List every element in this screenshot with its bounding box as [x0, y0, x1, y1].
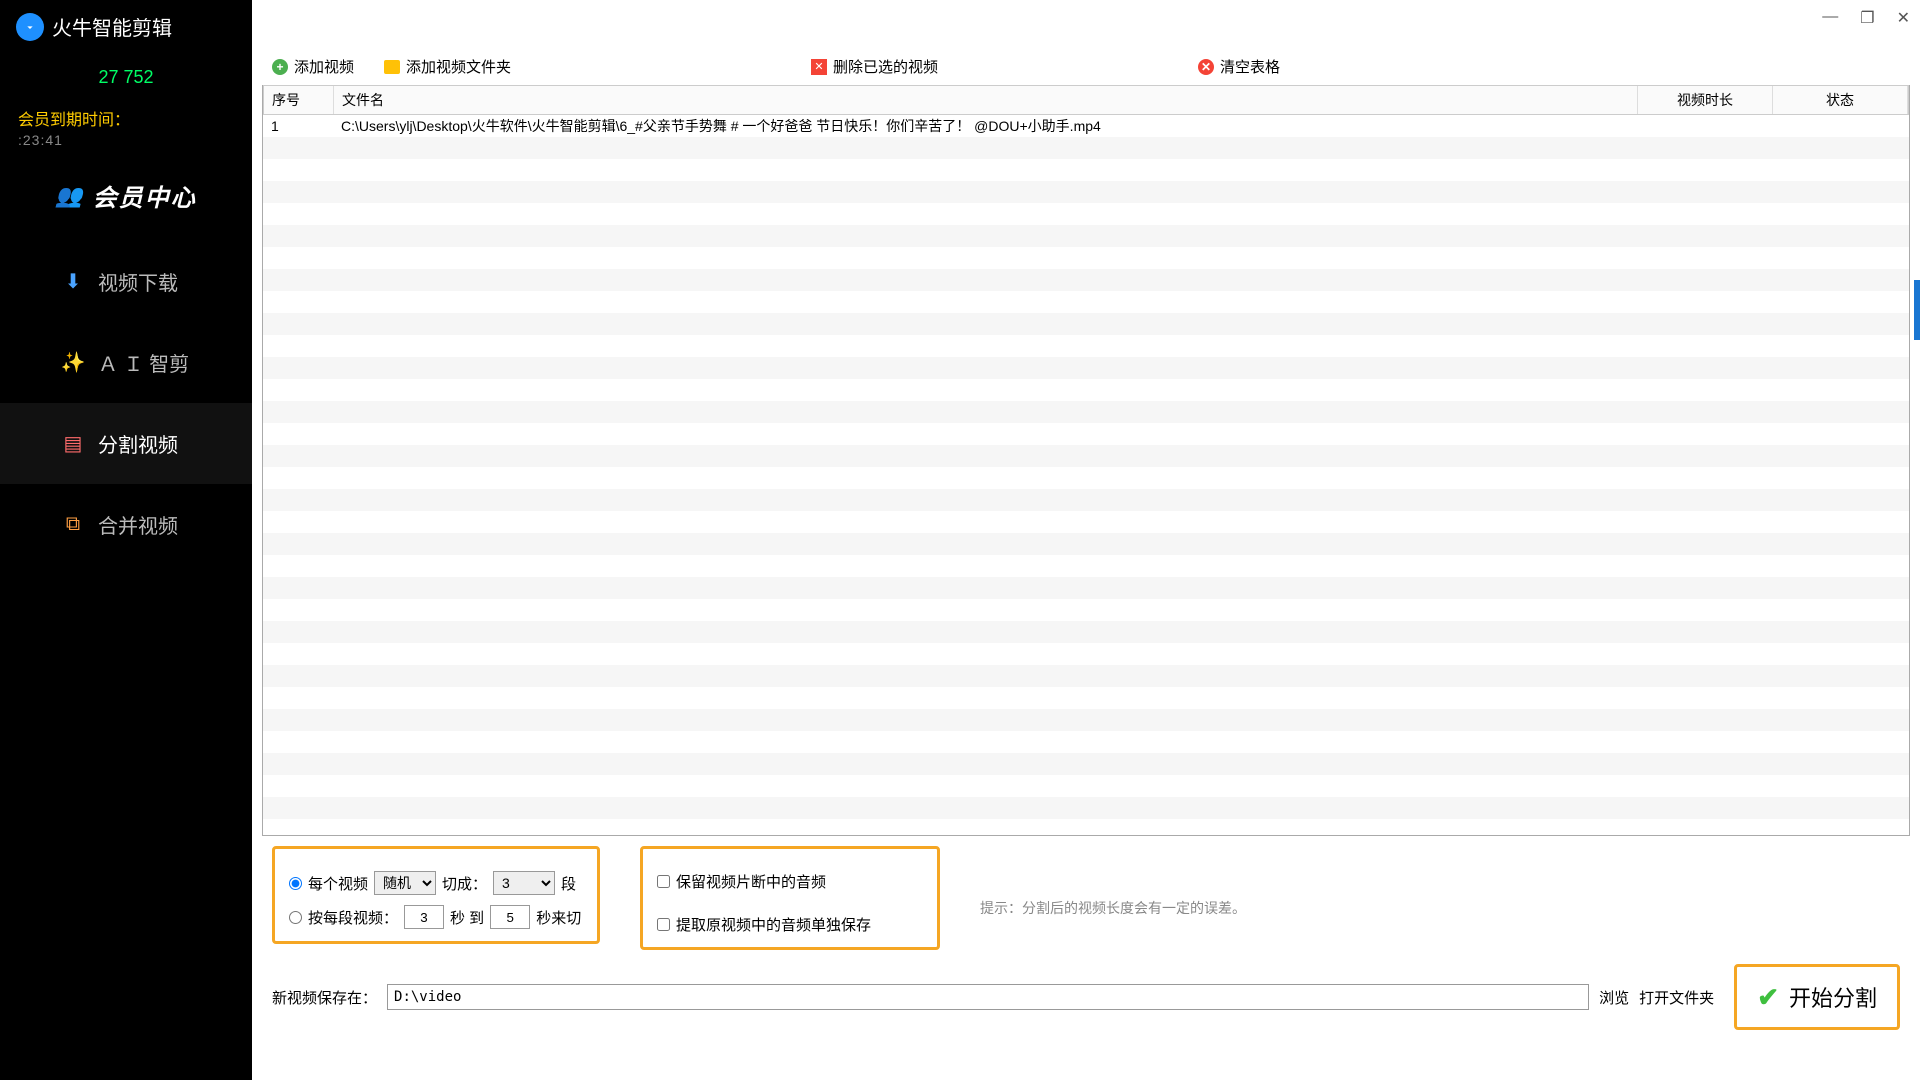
col-header-name[interactable]: 文件名: [334, 86, 1638, 114]
start-split-button[interactable]: ✔ 开始分割: [1734, 964, 1900, 1030]
random-select[interactable]: 随机: [374, 871, 436, 895]
user-id: 27 752: [0, 53, 252, 96]
split-settings: 每个视频 随机 切成： 3 段 按每段视频： 秒 到 秒来切: [252, 836, 1920, 958]
close-button[interactable]: ✕: [1897, 8, 1910, 28]
split-mode-group: 每个视频 随机 切成： 3 段 按每段视频： 秒 到 秒来切: [272, 846, 600, 944]
expire-label: 会员到期时间：: [0, 96, 252, 130]
app-logo-icon: [16, 13, 44, 41]
split-icon: ▤: [62, 431, 84, 456]
table-row[interactable]: 1 C:\Users\ylj\Desktop\火牛软件\火牛智能剪辑\6_#父亲…: [263, 115, 1909, 137]
app-title: 火牛智能剪辑: [0, 0, 252, 53]
window-controls: — ❐ ✕: [1822, 8, 1910, 28]
sidebar: 火牛智能剪辑 27 752 会员到期时间： :23:41 👥 会员中心 ⬇ 视频…: [0, 0, 252, 1080]
sidebar-item-label: 合并视频: [98, 510, 178, 539]
add-folder-label: 添加视频文件夹: [406, 56, 511, 77]
check-icon: ✔: [1757, 982, 1779, 1013]
open-folder-button[interactable]: 打开文件夹: [1639, 987, 1714, 1008]
toolbar: + 添加视频 添加视频文件夹 ✕ 删除已选的视频 ✕ 清空表格: [252, 0, 1920, 85]
cell-idx: 1: [263, 118, 333, 134]
sec-unit-label: 秒来切: [536, 907, 581, 928]
seconds-to-input[interactable]: [490, 905, 530, 929]
app-title-text: 火牛智能剪辑: [52, 12, 172, 41]
expire-time: :23:41: [0, 130, 252, 158]
member-center-button[interactable]: 👥 会员中心: [0, 158, 252, 241]
folder-icon: [384, 60, 400, 74]
sec-mid-label: 秒 到: [450, 907, 484, 928]
download-icon: ⬇: [62, 269, 84, 294]
per-video-radio[interactable]: [289, 877, 302, 890]
delete-icon: ✕: [811, 59, 827, 75]
browse-button[interactable]: 浏览: [1599, 987, 1629, 1008]
per-segment-label: 按每段视频：: [308, 907, 398, 928]
maximize-button[interactable]: ❐: [1860, 8, 1874, 28]
sidebar-item-ai[interactable]: ✨ Ａ Ｉ 智剪: [0, 322, 252, 403]
minimize-button[interactable]: —: [1822, 8, 1838, 28]
split-hint: 提示：分割后的视频长度会有一定的误差。: [980, 898, 1246, 918]
cell-name: C:\Users\ylj\Desktop\火牛软件\火牛智能剪辑\6_#父亲节手…: [333, 116, 1639, 136]
delete-selected-label: 删除已选的视频: [833, 56, 938, 77]
col-header-dur[interactable]: 视频时长: [1638, 86, 1773, 114]
scroll-handle[interactable]: [1914, 280, 1920, 340]
sidebar-item-split[interactable]: ▤ 分割视频: [0, 403, 252, 484]
col-header-idx[interactable]: 序号: [264, 86, 334, 114]
clear-table-label: 清空表格: [1220, 56, 1280, 77]
merge-icon: ⧉: [62, 513, 84, 536]
clear-table-button[interactable]: ✕ 清空表格: [1198, 56, 1280, 77]
cut-into-label: 切成：: [442, 873, 487, 894]
plus-icon: +: [272, 59, 288, 75]
extract-audio-label: 提取原视频中的音频单独保存: [676, 914, 871, 935]
video-table: 序号 文件名 视频时长 状态 1 C:\Users\ylj\Desktop\火牛…: [262, 85, 1910, 836]
segments-select[interactable]: 3: [493, 871, 555, 895]
keep-audio-label: 保留视频片断中的音频: [676, 871, 826, 892]
delete-selected-button[interactable]: ✕ 删除已选的视频: [811, 56, 938, 77]
per-video-label: 每个视频: [308, 873, 368, 894]
audio-options-group: 保留视频片断中的音频 提取原视频中的音频单独保存: [640, 846, 940, 950]
add-video-button[interactable]: + 添加视频: [272, 56, 354, 77]
save-path-label: 新视频保存在：: [272, 987, 377, 1008]
segments-unit: 段: [561, 873, 576, 894]
sidebar-item-download[interactable]: ⬇ 视频下载: [0, 241, 252, 322]
sidebar-item-label: 视频下载: [98, 267, 178, 296]
sidebar-item-merge[interactable]: ⧉ 合并视频: [0, 484, 252, 565]
start-split-label: 开始分割: [1789, 981, 1877, 1013]
sidebar-item-label: Ａ Ｉ 智剪: [98, 348, 189, 377]
person-icon: 👥: [55, 183, 84, 209]
member-center-label: 会员中心: [93, 178, 197, 213]
keep-audio-checkbox[interactable]: [657, 875, 670, 888]
table-body: 1 C:\Users\ylj\Desktop\火牛软件\火牛智能剪辑\6_#父亲…: [263, 115, 1909, 835]
extract-audio-checkbox[interactable]: [657, 918, 670, 931]
ai-icon: ✨: [62, 350, 84, 375]
main-panel: — ❐ ✕ + 添加视频 添加视频文件夹 ✕ 删除已选的视频 ✕ 清空表格 序号…: [252, 0, 1920, 1080]
seconds-from-input[interactable]: [404, 905, 444, 929]
col-header-stat[interactable]: 状态: [1773, 86, 1908, 114]
output-bar: 新视频保存在： 浏览 打开文件夹 ✔ 开始分割: [252, 958, 1920, 1050]
add-folder-button[interactable]: 添加视频文件夹: [384, 56, 511, 77]
sidebar-item-label: 分割视频: [98, 429, 178, 458]
clear-icon: ✕: [1198, 59, 1214, 75]
per-segment-radio[interactable]: [289, 911, 302, 924]
table-header: 序号 文件名 视频时长 状态: [263, 85, 1909, 115]
save-path-input[interactable]: [387, 984, 1589, 1010]
add-video-label: 添加视频: [294, 56, 354, 77]
